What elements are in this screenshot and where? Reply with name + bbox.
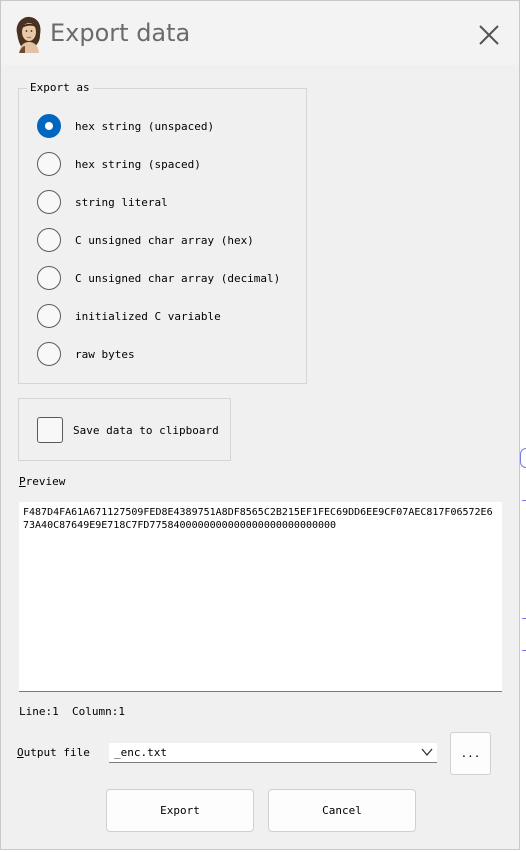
output-file-label: Output file bbox=[17, 746, 90, 759]
portrait-icon bbox=[13, 15, 43, 53]
export-button[interactable]: Export bbox=[106, 789, 254, 832]
preview-label: Preview bbox=[19, 475, 65, 488]
cancel-button[interactable]: Cancel bbox=[268, 789, 416, 832]
background-line bbox=[522, 618, 526, 619]
cursor-position-status: Line:1 Column:1 bbox=[19, 705, 125, 718]
radio-initialized-c-variable[interactable]: initialized C variable bbox=[37, 303, 221, 329]
radio-button[interactable] bbox=[37, 342, 61, 366]
radio-label: C unsigned char array (decimal) bbox=[75, 271, 281, 285]
background-line bbox=[522, 650, 526, 651]
radio-button-checked[interactable] bbox=[37, 114, 61, 138]
background-line bbox=[522, 500, 526, 501]
radio-label: hex string (unspaced) bbox=[75, 119, 215, 133]
preview-text-area[interactable]: F487D4FA61A671127509FED8E4389751A8DF8565… bbox=[19, 502, 502, 692]
export-as-label: Export as bbox=[27, 81, 93, 94]
radio-raw-bytes[interactable]: raw bytes bbox=[37, 341, 135, 367]
radio-button[interactable] bbox=[37, 228, 61, 252]
browse-button[interactable]: ... bbox=[450, 732, 491, 775]
line-indicator: Line:1 bbox=[19, 705, 59, 718]
save-to-clipboard-checkbox[interactable] bbox=[37, 417, 63, 443]
chevron-down-icon[interactable] bbox=[420, 745, 434, 759]
radio-label: string literal bbox=[75, 195, 168, 209]
preview-label-accel: P bbox=[19, 475, 26, 488]
radio-hex-spaced[interactable]: hex string (spaced) bbox=[37, 151, 201, 177]
output-file-value: _enc.txt bbox=[114, 746, 167, 759]
output-file-combobox[interactable]: _enc.txt bbox=[109, 743, 437, 763]
column-indicator: Column:1 bbox=[72, 705, 125, 718]
radio-c-array-hex[interactable]: C unsigned char array (hex) bbox=[37, 227, 254, 253]
preview-label-rest: review bbox=[25, 475, 66, 488]
export-data-dialog: Export data Export as hex string (unspac… bbox=[0, 0, 520, 850]
title-bar: Export data bbox=[1, 1, 519, 65]
output-file-label-accel: O bbox=[17, 746, 24, 759]
background-window-edge bbox=[520, 0, 526, 852]
save-to-clipboard-label[interactable]: Save data to clipboard bbox=[73, 424, 219, 437]
close-icon[interactable] bbox=[471, 17, 507, 53]
output-file-label-rest: utput file bbox=[23, 746, 90, 759]
radio-label: raw bytes bbox=[75, 347, 135, 361]
dialog-title: Export data bbox=[50, 19, 191, 47]
radio-button[interactable] bbox=[37, 190, 61, 214]
radio-button[interactable] bbox=[37, 266, 61, 290]
radio-label: hex string (spaced) bbox=[75, 157, 201, 171]
radio-label: C unsigned char array (hex) bbox=[75, 233, 254, 247]
radio-hex-unspaced[interactable]: hex string (unspaced) bbox=[37, 113, 214, 139]
radio-label: initialized C variable bbox=[75, 309, 221, 323]
radio-string-literal[interactable]: string literal bbox=[37, 189, 168, 215]
radio-button[interactable] bbox=[37, 152, 61, 176]
radio-c-array-decimal[interactable]: C unsigned char array (decimal) bbox=[37, 265, 280, 291]
background-shape bbox=[520, 448, 526, 468]
radio-button[interactable] bbox=[37, 304, 61, 328]
